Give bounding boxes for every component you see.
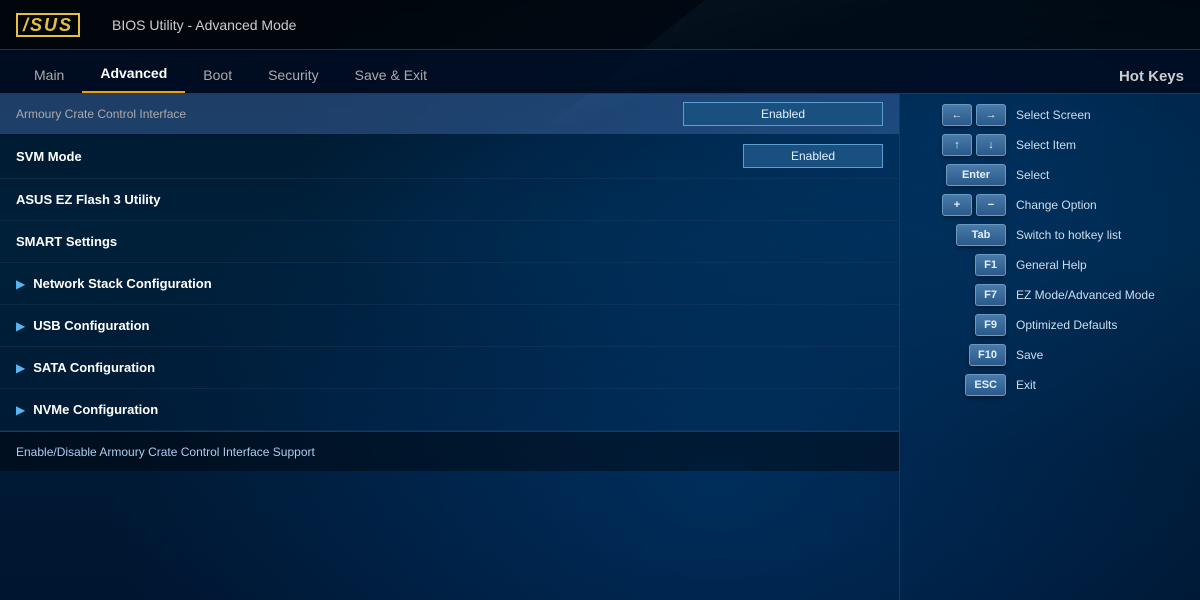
main-container: /SUS BIOS Utility - Advanced Mode Main A… — [0, 0, 1200, 600]
hotkey-btn-f7[interactable]: F7 — [975, 284, 1006, 306]
svm-value: Enabled — [743, 144, 883, 168]
setting-row-svm[interactable]: SVM Mode Enabled — [0, 134, 899, 179]
highlighted-value: Enabled — [683, 102, 883, 126]
hotkey-btn-f1[interactable]: F1 — [975, 254, 1006, 276]
highlighted-label: Armoury Crate Control Interface — [16, 107, 683, 121]
hotkey-desc-change-option: Change Option — [1016, 198, 1097, 212]
setting-row-nvme[interactable]: ▶ NVMe Configuration — [0, 389, 899, 431]
hotkey-desc-tab: Switch to hotkey list — [1016, 228, 1121, 242]
hotkey-select-screen: ← → Select Screen — [916, 104, 1184, 126]
footer-description: Enable/Disable Armoury Crate Control Int… — [0, 431, 899, 471]
hotkey-keys-select-screen: ← → — [916, 104, 1006, 126]
hotkey-btn-f10[interactable]: F10 — [969, 344, 1006, 366]
hotkey-desc-f1: General Help — [1016, 258, 1087, 272]
hotkey-select: Enter Select — [916, 164, 1184, 186]
navbar: Main Advanced Boot Security Save & Exit … — [0, 50, 1200, 94]
hotkey-keys-f1: F1 — [916, 254, 1006, 276]
setting-row-network[interactable]: ▶ Network Stack Configuration — [0, 263, 899, 305]
hotkey-btn-up[interactable]: ↑ — [942, 134, 972, 156]
hotkey-btn-right[interactable]: → — [976, 104, 1006, 126]
hotkey-f1: F1 General Help — [916, 254, 1184, 276]
logo: /SUS — [16, 13, 80, 37]
setting-row-smart[interactable]: SMART Settings — [0, 221, 899, 263]
highlighted-row[interactable]: Armoury Crate Control Interface Enabled — [0, 94, 899, 134]
hotkey-btn-tab[interactable]: Tab — [956, 224, 1006, 246]
hotkey-desc-select-screen: Select Screen — [1016, 108, 1091, 122]
setting-row-usb[interactable]: ▶ USB Configuration — [0, 305, 899, 347]
network-arrow: ▶ — [16, 277, 25, 291]
hotkey-f9: F9 Optimized Defaults — [916, 314, 1184, 336]
nvme-label: NVMe Configuration — [33, 402, 883, 417]
svm-label: SVM Mode — [16, 149, 743, 164]
sata-arrow: ▶ — [16, 361, 25, 375]
nav-item-security[interactable]: Security — [250, 59, 337, 93]
hotkey-desc-esc: Exit — [1016, 378, 1036, 392]
hotkeys-label: Hot Keys — [1119, 68, 1184, 93]
hotkey-keys-tab: Tab — [916, 224, 1006, 246]
hotkey-f10: F10 Save — [916, 344, 1184, 366]
nav-item-boot[interactable]: Boot — [185, 59, 250, 93]
hotkey-keys-f10: F10 — [916, 344, 1006, 366]
hotkey-desc-select-item: Select Item — [1016, 138, 1076, 152]
hotkey-esc: ESC Exit — [916, 374, 1184, 396]
hotkey-btn-f9[interactable]: F9 — [975, 314, 1006, 336]
hotkey-btn-esc[interactable]: ESC — [965, 374, 1006, 396]
main-content: Armoury Crate Control Interface Enabled … — [0, 94, 1200, 600]
hotkey-keys-enter: Enter — [916, 164, 1006, 186]
usb-arrow: ▶ — [16, 319, 25, 333]
hotkey-desc-f9: Optimized Defaults — [1016, 318, 1117, 332]
hotkey-keys-select-item: ↑ ↓ — [916, 134, 1006, 156]
hotkey-btn-plus[interactable]: + — [942, 194, 972, 216]
hotkey-btn-minus[interactable]: − — [976, 194, 1006, 216]
nav-item-main[interactable]: Main — [16, 59, 82, 93]
hotkey-tab: Tab Switch to hotkey list — [916, 224, 1184, 246]
hotkey-change-option: + − Change Option — [916, 194, 1184, 216]
hotkey-f7: F7 EZ Mode/Advanced Mode — [916, 284, 1184, 306]
hotkey-desc-f10: Save — [1016, 348, 1043, 362]
hotkey-btn-enter[interactable]: Enter — [946, 164, 1006, 186]
setting-row-sata[interactable]: ▶ SATA Configuration — [0, 347, 899, 389]
setting-row-ez-flash[interactable]: ASUS EZ Flash 3 Utility — [0, 179, 899, 221]
hotkey-keys-f9: F9 — [916, 314, 1006, 336]
hotkey-desc-f7: EZ Mode/Advanced Mode — [1016, 288, 1155, 302]
smart-label: SMART Settings — [16, 234, 883, 249]
hotkey-btn-down[interactable]: ↓ — [976, 134, 1006, 156]
header-bar: /SUS BIOS Utility - Advanced Mode — [0, 0, 1200, 50]
network-label: Network Stack Configuration — [33, 276, 883, 291]
hotkeys-panel: ← → Select Screen ↑ ↓ Select Item Enter … — [900, 94, 1200, 600]
hotkey-desc-select: Select — [1016, 168, 1049, 182]
hotkey-select-item: ↑ ↓ Select Item — [916, 134, 1184, 156]
hotkey-keys-esc: ESC — [916, 374, 1006, 396]
ez-flash-label: ASUS EZ Flash 3 Utility — [16, 192, 883, 207]
hotkey-keys-f7: F7 — [916, 284, 1006, 306]
nvme-arrow: ▶ — [16, 403, 25, 417]
nav-item-save-exit[interactable]: Save & Exit — [337, 59, 445, 93]
sata-label: SATA Configuration — [33, 360, 883, 375]
settings-panel: Armoury Crate Control Interface Enabled … — [0, 94, 900, 600]
usb-label: USB Configuration — [33, 318, 883, 333]
hotkey-btn-left[interactable]: ← — [942, 104, 972, 126]
logo-text: /SUS — [16, 13, 80, 37]
nav-item-advanced[interactable]: Advanced — [82, 57, 185, 93]
header-title: BIOS Utility - Advanced Mode — [112, 17, 296, 33]
hotkey-keys-change: + − — [916, 194, 1006, 216]
